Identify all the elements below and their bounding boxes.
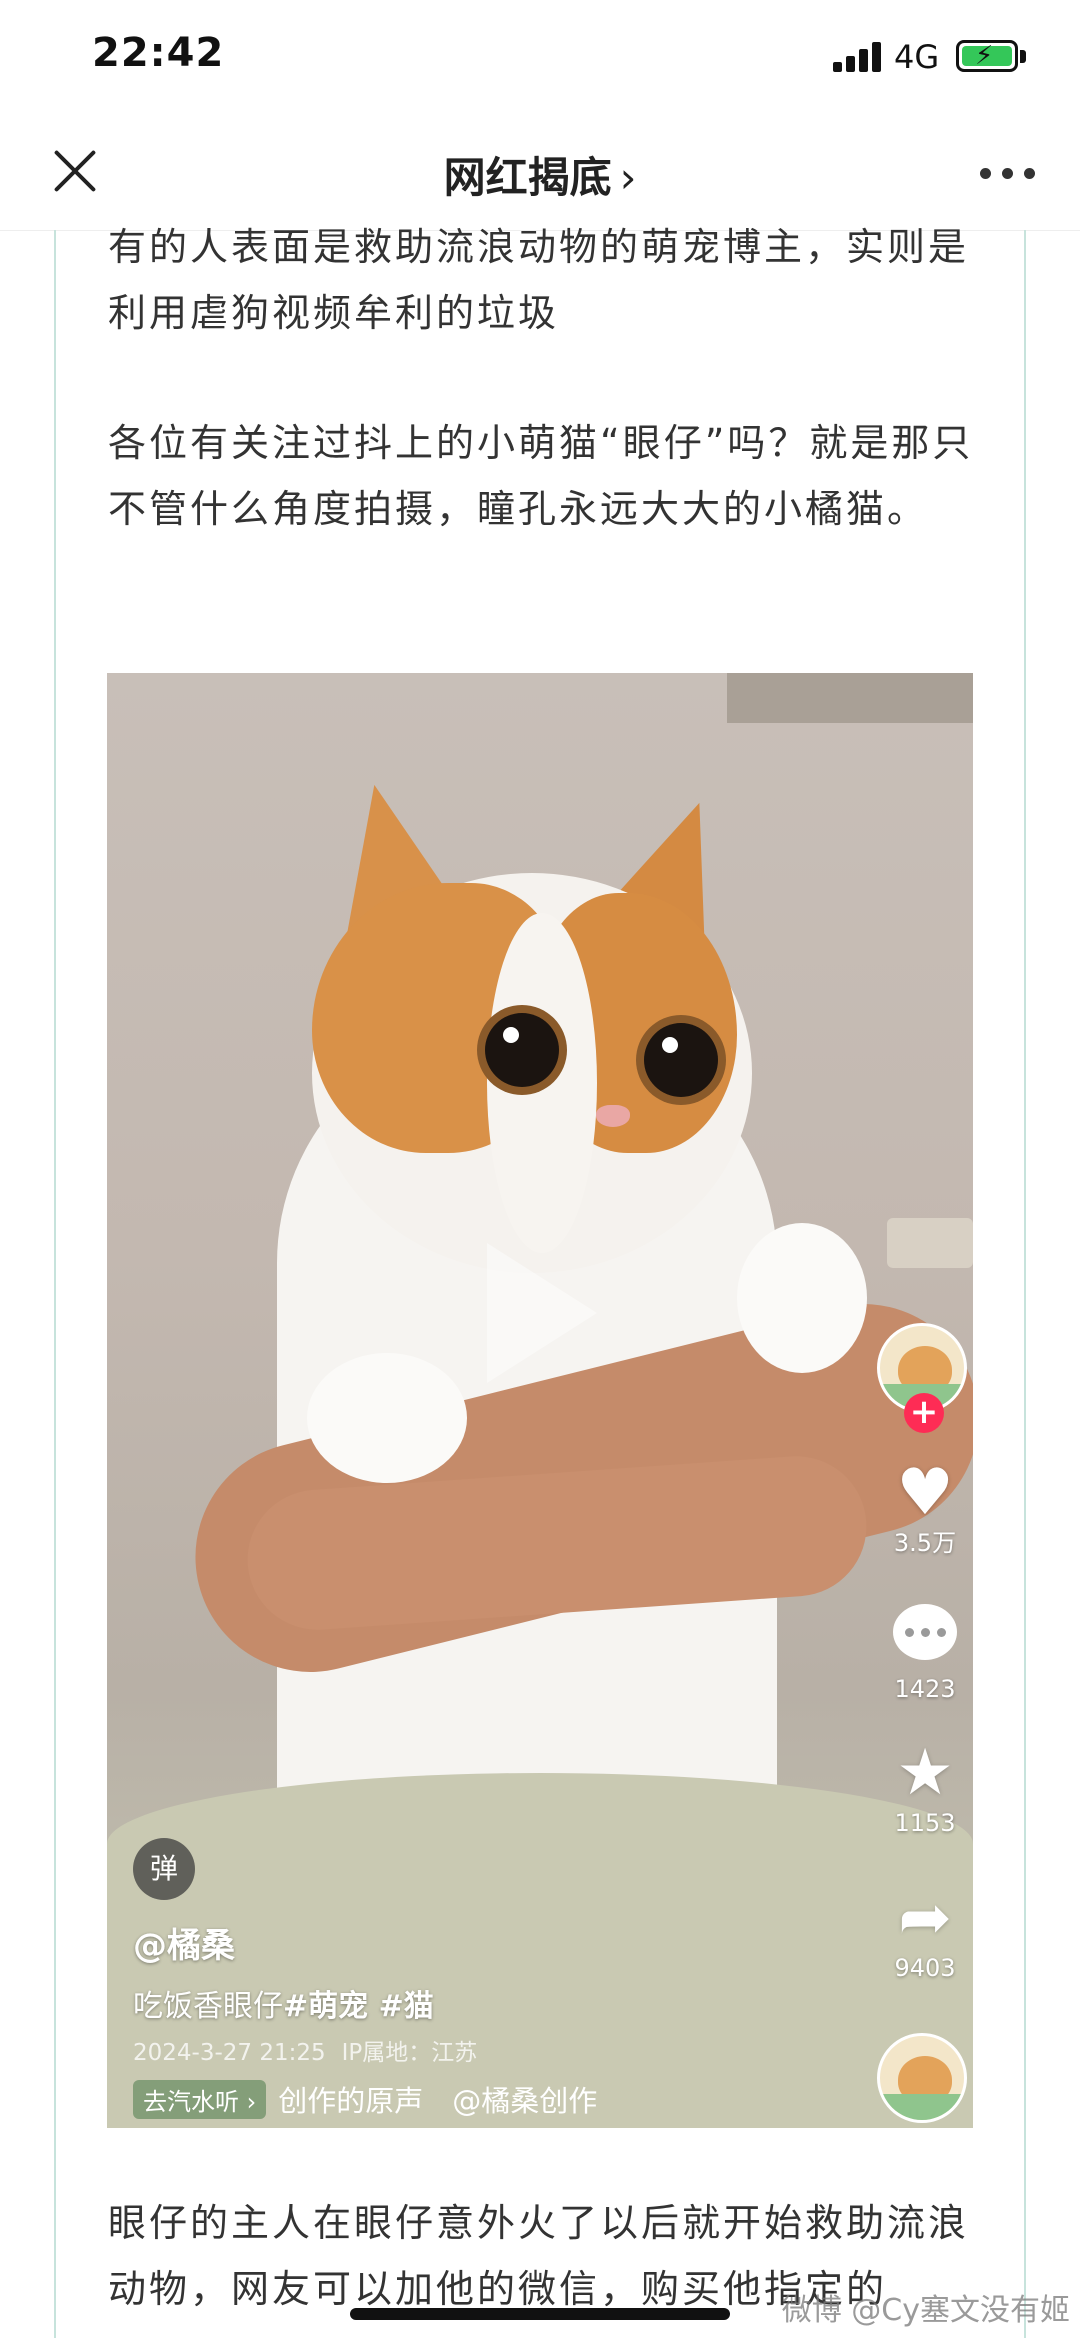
status-bar: 22:42 4G ⚡ <box>0 0 1080 120</box>
cat-eye-right <box>644 1023 718 1097</box>
article-paragraph-2: 各位有关注过抖上的小萌猫“眼仔”吗？就是那只不管什么角度拍摄，瞳孔永远大大的小橘… <box>108 421 974 531</box>
music-title: 创作的原声 @橘桑创作 <box>278 2084 598 2118</box>
page-title-text: 网红揭底 <box>443 153 612 202</box>
caption-hashtags[interactable]: #萌宠 #猫 <box>283 1989 434 2024</box>
favorite-count: 1153 <box>894 1809 956 1837</box>
background-outlet <box>887 1218 973 1268</box>
follow-button[interactable]: + <box>904 1393 944 1433</box>
background-shelf <box>727 673 973 723</box>
more-icon[interactable] <box>980 168 1040 182</box>
music-row[interactable]: 去汽水听 › 创作的原声 @橘桑创作 <box>133 2078 598 2119</box>
page-title[interactable]: 网红揭底 › <box>0 144 1080 205</box>
video-ip-location: IP属地：江苏 <box>341 2040 478 2066</box>
comment-count: 1423 <box>894 1675 956 1703</box>
danmaku-button[interactable]: 弹 <box>133 1838 195 1900</box>
video-player[interactable]: 弹 @橘桑 吃饭香眼仔#萌宠 #猫 2024-3-27 21:25 IP属地：江苏… <box>107 673 973 2128</box>
play-icon[interactable] <box>487 1243 597 1383</box>
video-caption: 吃饭香眼仔#萌宠 #猫 <box>133 1981 434 2025</box>
like-count: 3.5万 <box>893 1529 957 1557</box>
go-listen-tag[interactable]: 去汽水听 › <box>133 2079 267 2119</box>
cat-paw-left <box>307 1353 467 1483</box>
share-count: 9403 <box>894 1954 956 1982</box>
share-button[interactable]: ➦ 9403 <box>877 1883 973 1983</box>
comment-button[interactable]: 1423 <box>877 1598 973 1704</box>
cat-paw-right <box>737 1223 867 1373</box>
like-button[interactable]: ♥ 3.5万 <box>877 1458 973 1558</box>
weibo-watermark: 微博 @Cy塞文没有姬 <box>781 2293 1070 2328</box>
video-author[interactable]: @橘桑 <box>133 1918 235 1967</box>
caption-text: 吃饭香眼仔 <box>133 1989 283 2024</box>
share-icon: ➦ <box>898 1881 952 1955</box>
star-icon: ★ <box>896 1736 954 1810</box>
comment-icon <box>877 1598 973 1674</box>
battery-icon: ⚡ <box>956 40 1018 72</box>
video-date: 2024-3-27 21:25 <box>133 2040 326 2066</box>
battery-tip <box>1020 50 1026 63</box>
music-disc-avatar[interactable] <box>877 2033 967 2123</box>
cat-blaze <box>487 913 597 1253</box>
cat-nose <box>596 1105 630 1127</box>
status-time: 22:42 <box>92 30 225 76</box>
signal-icon <box>833 42 881 72</box>
heart-icon: ♥ <box>896 1456 954 1530</box>
chevron-right-icon: › <box>619 153 637 202</box>
cat-eye-left <box>485 1013 559 1087</box>
network-type: 4G <box>894 38 940 76</box>
blanket <box>107 1773 973 2128</box>
home-indicator[interactable] <box>350 2308 730 2320</box>
video-meta: 2024-3-27 21:25 IP属地：江苏 <box>133 2033 493 2067</box>
article-paragraph-1: 有的人表面是救助流浪动物的萌宠博主，实则是利用虐狗视频牟利的垃圾 <box>108 225 970 335</box>
favorite-button[interactable]: ★ 1153 <box>877 1738 973 1838</box>
